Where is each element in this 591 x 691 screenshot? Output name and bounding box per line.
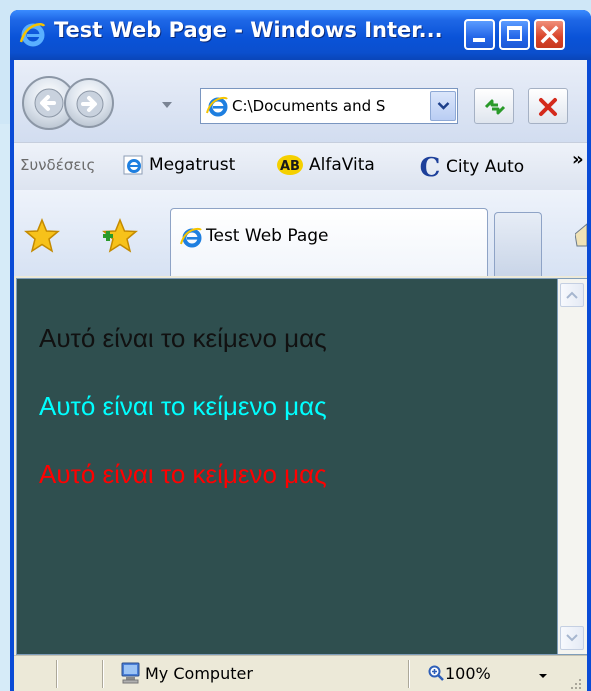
status-bar: My Computer 100%	[14, 655, 587, 691]
my-computer-icon	[121, 662, 140, 684]
close-button[interactable]	[534, 19, 565, 50]
link-city-auto[interactable]: C City Auto	[419, 154, 525, 180]
title-bar[interactable]: Test Web Page - Windows Inter...	[10, 10, 591, 60]
page-ie-icon	[206, 96, 228, 117]
tab-label: Test Web Page	[206, 226, 329, 246]
alfavita-logo-icon: AB	[277, 155, 303, 175]
address-bar[interactable]: C:\Documents and S	[200, 88, 458, 124]
status-separator	[102, 660, 103, 688]
favorites-star-icon[interactable]	[24, 218, 60, 254]
recent-pages-dropdown-icon[interactable]	[161, 100, 173, 110]
city-auto-badge-text: C	[420, 154, 441, 180]
minimize-icon	[473, 38, 485, 42]
minimize-button[interactable]	[464, 19, 495, 50]
zoom-magnifier-icon[interactable]	[428, 665, 444, 681]
stop-icon	[539, 98, 557, 116]
new-tab-button[interactable]	[494, 212, 542, 276]
maximize-button[interactable]	[499, 19, 530, 50]
close-icon	[540, 25, 559, 44]
security-zone-label: My Computer	[145, 664, 253, 683]
desktop-background-left	[0, 124, 10, 691]
status-separator	[56, 660, 57, 688]
refresh-icon	[484, 99, 506, 115]
maximize-icon	[507, 26, 522, 41]
chevron-up-icon	[566, 291, 578, 299]
resize-grip-icon[interactable]	[570, 678, 582, 690]
links-label: Συνδέσεις	[20, 156, 96, 174]
alfavita-badge-text: AB	[280, 159, 300, 174]
ie-window: Test Web Page - Windows Inter... C:\Docu…	[10, 10, 591, 691]
navigation-bar: C:\Documents and S	[14, 60, 587, 142]
status-separator	[408, 660, 409, 688]
tab-bar: Test Web Page	[14, 190, 587, 276]
link-alfavita[interactable]: AB AlfaVita	[276, 154, 375, 176]
links-toolbar: Συνδέσεις Megatrust AB AlfaVita C City A…	[14, 142, 587, 190]
forward-arrow-icon	[76, 90, 104, 118]
chevron-down-icon	[566, 634, 578, 642]
link-megatrust-label: Megatrust	[149, 155, 236, 175]
browser-client-area: C:\Documents and S Συνδέσεις Megatrust A…	[14, 60, 587, 691]
scroll-down-button[interactable]	[560, 626, 584, 650]
address-input[interactable]: C:\Documents and S	[232, 97, 428, 115]
tab-ie-icon	[180, 227, 202, 248]
ie-logo-icon	[19, 23, 46, 47]
link-megatrust[interactable]: Megatrust	[122, 154, 235, 176]
links-more-chevron[interactable]: »	[572, 149, 584, 170]
add-favorites-icon[interactable]	[100, 218, 138, 254]
refresh-button[interactable]	[474, 88, 514, 124]
stop-button[interactable]	[528, 88, 568, 124]
zoom-dropdown-icon[interactable]	[538, 673, 548, 679]
back-arrow-icon	[34, 88, 64, 118]
window-title: Test Web Page - Windows Inter...	[54, 18, 443, 42]
content-text-line-3: Αυτό είναι το κείμενο μας	[39, 459, 327, 489]
vertical-scrollbar[interactable]	[558, 278, 587, 655]
city-auto-logo-icon: C	[420, 154, 441, 180]
chevron-down-icon	[437, 102, 450, 110]
content-text-line-1: Αυτό είναι το κείμενο μας	[39, 323, 327, 353]
scroll-up-button[interactable]	[560, 283, 584, 307]
link-alfavita-label: AlfaVita	[309, 155, 375, 175]
content-text-line-2: Αυτό είναι το κείμενο μας	[39, 391, 327, 421]
ie-page-icon	[123, 155, 143, 175]
web-page-content: Αυτό είναι το κείμενο μας Αυτό είναι το …	[16, 278, 558, 655]
tab-test-web-page[interactable]: Test Web Page	[170, 208, 488, 276]
link-city-auto-label: City Auto	[446, 157, 525, 177]
zoom-level[interactable]: 100%	[445, 664, 491, 683]
home-icon[interactable]	[575, 222, 587, 248]
address-dropdown-button[interactable]	[430, 91, 456, 121]
forward-button[interactable]	[64, 78, 114, 128]
